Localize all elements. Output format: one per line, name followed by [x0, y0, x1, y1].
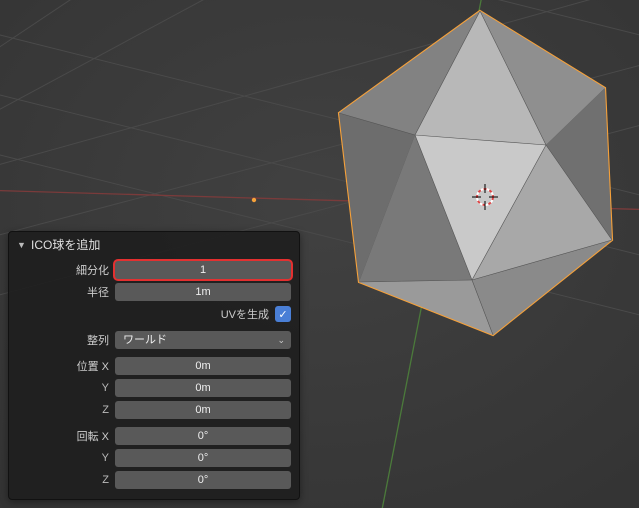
location-x-label: 位置 X: [17, 358, 109, 374]
subdivisions-label: 細分化: [17, 262, 109, 278]
location-y-label: Y: [17, 382, 109, 394]
subdivisions-field[interactable]: 1: [115, 261, 291, 279]
panel-header[interactable]: ▼ ICO球を追加: [9, 232, 299, 257]
radius-field[interactable]: 1m: [115, 283, 291, 301]
panel-title: ICO球を追加: [31, 236, 100, 253]
rotation-y-label: Y: [17, 452, 109, 464]
rotation-x-field[interactable]: 0°: [115, 427, 291, 445]
rotation-z-field[interactable]: 0°: [115, 471, 291, 489]
rotation-x-label: 回転 X: [17, 428, 109, 444]
disclosure-triangle-icon: ▼: [17, 240, 27, 250]
location-y-field[interactable]: 0m: [115, 379, 291, 397]
generate-uvs-checkbox[interactable]: ✓: [275, 306, 291, 322]
location-z-label: Z: [17, 404, 109, 416]
align-dropdown[interactable]: ワールド ⌄: [115, 331, 291, 349]
radius-label: 半径: [17, 284, 109, 300]
generate-uvs-label: UVを生成: [221, 306, 269, 322]
operator-panel: ▼ ICO球を追加 細分化 1 半径 1m UVを生成 ✓ 整列 ワールド ⌄ …: [8, 231, 300, 500]
origin-dot: [252, 198, 256, 202]
align-label: 整列: [17, 332, 109, 348]
chevron-down-icon: ⌄: [277, 331, 285, 349]
panel-body: 細分化 1 半径 1m UVを生成 ✓ 整列 ワールド ⌄ 位置 X 0m Y …: [9, 257, 299, 499]
location-z-field[interactable]: 0m: [115, 401, 291, 419]
rotation-y-field[interactable]: 0°: [115, 449, 291, 467]
location-x-field[interactable]: 0m: [115, 357, 291, 375]
rotation-z-label: Z: [17, 474, 109, 486]
align-value: ワールド: [123, 334, 167, 346]
viewport-3d[interactable]: ▼ ICO球を追加 細分化 1 半径 1m UVを生成 ✓ 整列 ワールド ⌄ …: [0, 0, 639, 508]
